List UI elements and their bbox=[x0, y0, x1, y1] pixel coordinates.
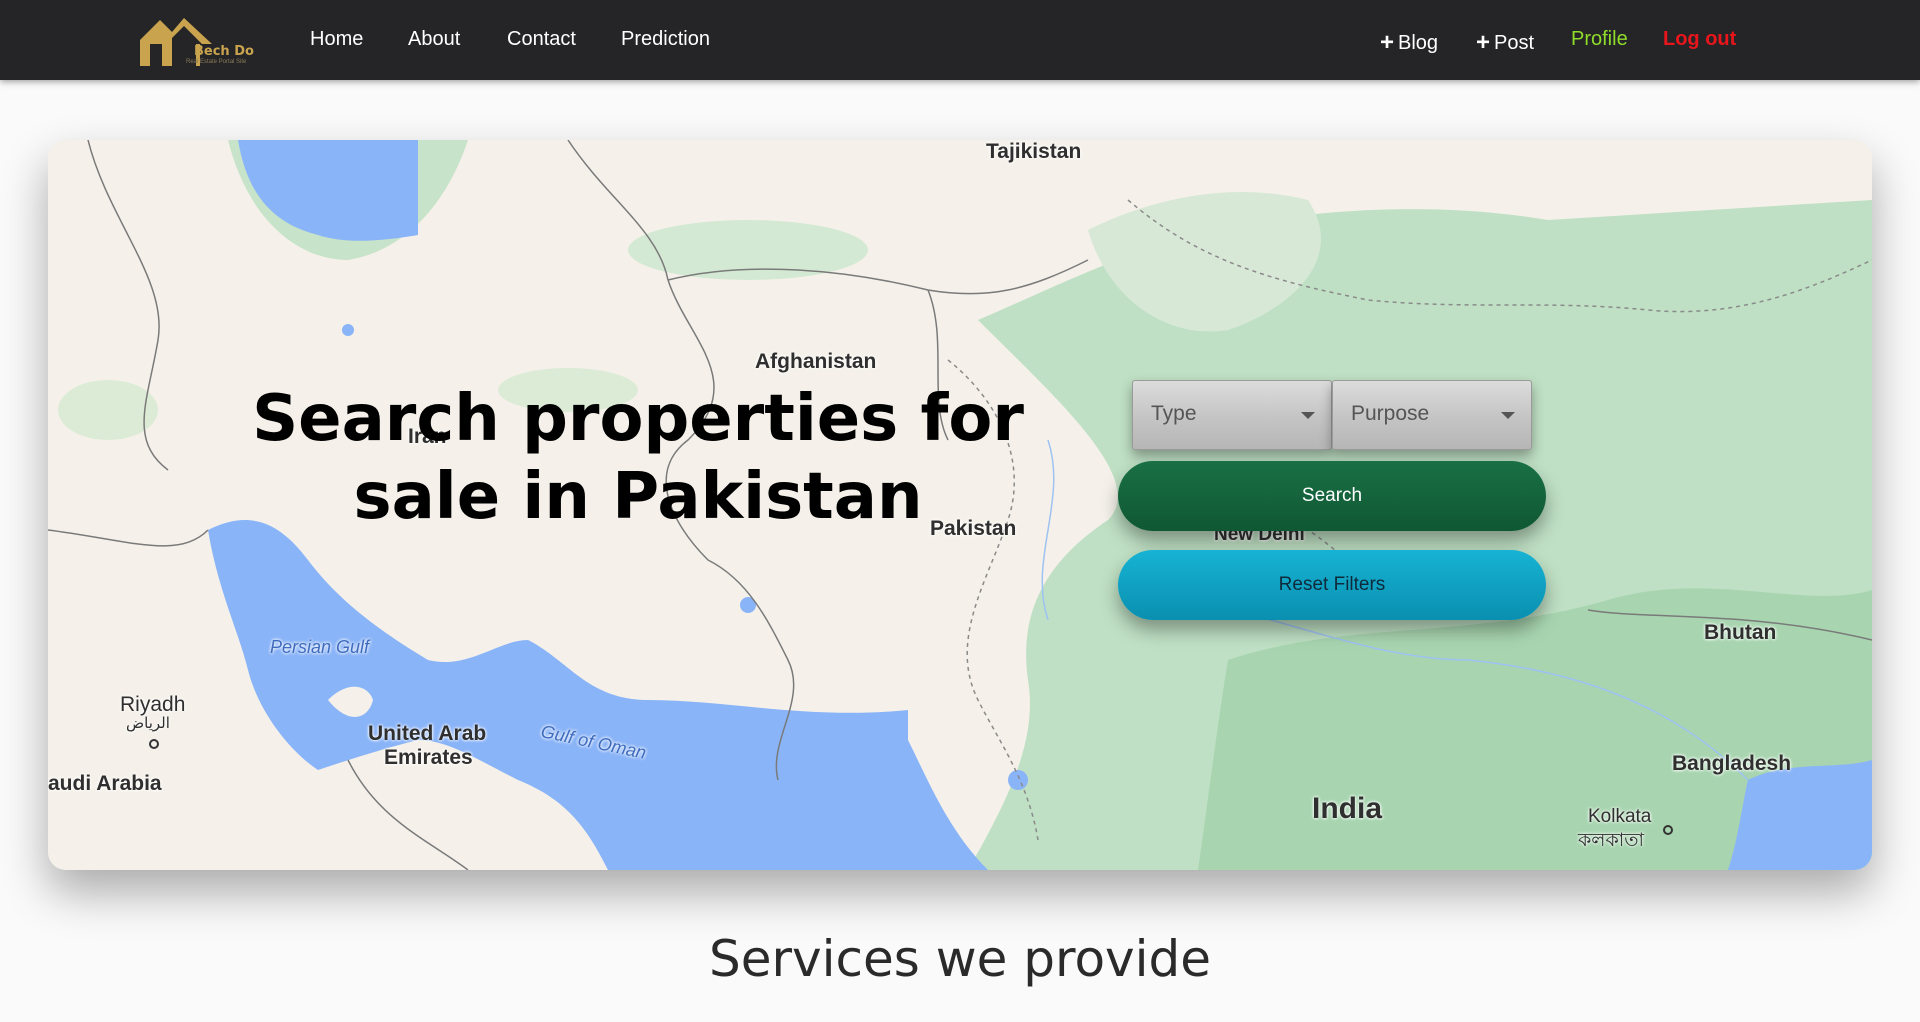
map-label-kolkata: Kolkata bbox=[1588, 806, 1652, 827]
purpose-select-label: Purpose bbox=[1351, 402, 1430, 425]
nav-post[interactable]: + Post bbox=[1476, 28, 1534, 56]
nav-blog-label: Blog bbox=[1398, 32, 1439, 54]
map-label-india: India bbox=[1312, 792, 1383, 825]
nav-about[interactable]: About bbox=[408, 28, 460, 51]
map-label-riyadh-ar: الرياض bbox=[126, 715, 170, 732]
nav-profile[interactable]: Profile bbox=[1571, 28, 1628, 51]
type-select-label: Type bbox=[1151, 402, 1197, 425]
brand-tagline: Real Estate Portal Site bbox=[186, 59, 247, 65]
map-label-uae-2: Emirates bbox=[384, 746, 473, 769]
nav-post-label: Post bbox=[1494, 32, 1535, 54]
nav-prediction[interactable]: Prediction bbox=[621, 28, 710, 51]
navbar: Bech Do Real Estate Portal Site Home Abo… bbox=[0, 0, 1920, 80]
hero-map-banner: Tajikistan Afghanistan Iran Pakistan New… bbox=[48, 140, 1872, 870]
hero-headline-line-1: Search properties for bbox=[252, 382, 1024, 456]
nav-blog[interactable]: + Blog bbox=[1380, 28, 1438, 56]
reset-filters-button[interactable]: Reset Filters bbox=[1118, 550, 1546, 620]
type-select[interactable]: Type bbox=[1132, 380, 1332, 450]
nav-home[interactable]: Home bbox=[310, 28, 363, 51]
caret-down-icon bbox=[1501, 412, 1515, 419]
plus-icon: + bbox=[1380, 29, 1395, 56]
map-label-persian-gulf: Persian Gulf bbox=[270, 637, 370, 657]
map-label-saudi: Saudi Arabia bbox=[48, 772, 162, 795]
brand-name: Bech Do bbox=[194, 44, 254, 59]
hero-headline: Search properties for sale in Pakistan bbox=[248, 380, 1028, 536]
caret-down-icon bbox=[1301, 412, 1315, 419]
brand-logo[interactable]: Bech Do Real Estate Portal Site bbox=[138, 14, 266, 68]
map-label-bangladesh: Bangladesh bbox=[1672, 752, 1792, 775]
nav-logout[interactable]: Log out bbox=[1663, 28, 1736, 51]
nav-contact[interactable]: Contact bbox=[507, 28, 576, 51]
plus-icon: + bbox=[1476, 29, 1491, 56]
map-label-afghanistan: Afghanistan bbox=[755, 350, 877, 373]
hero-headline-line-2: sale in Pakistan bbox=[353, 460, 923, 534]
map-label-bhutan: Bhutan bbox=[1704, 621, 1777, 644]
map-label-tajikistan: Tajikistan bbox=[986, 140, 1082, 163]
services-heading: Services we provide bbox=[708, 930, 1212, 988]
map-label-kolkata-bn: কলকাতা bbox=[1578, 830, 1645, 851]
search-button[interactable]: Search bbox=[1118, 461, 1546, 531]
map-label-uae-1: United Arab bbox=[368, 722, 487, 745]
purpose-select[interactable]: Purpose bbox=[1332, 380, 1532, 450]
